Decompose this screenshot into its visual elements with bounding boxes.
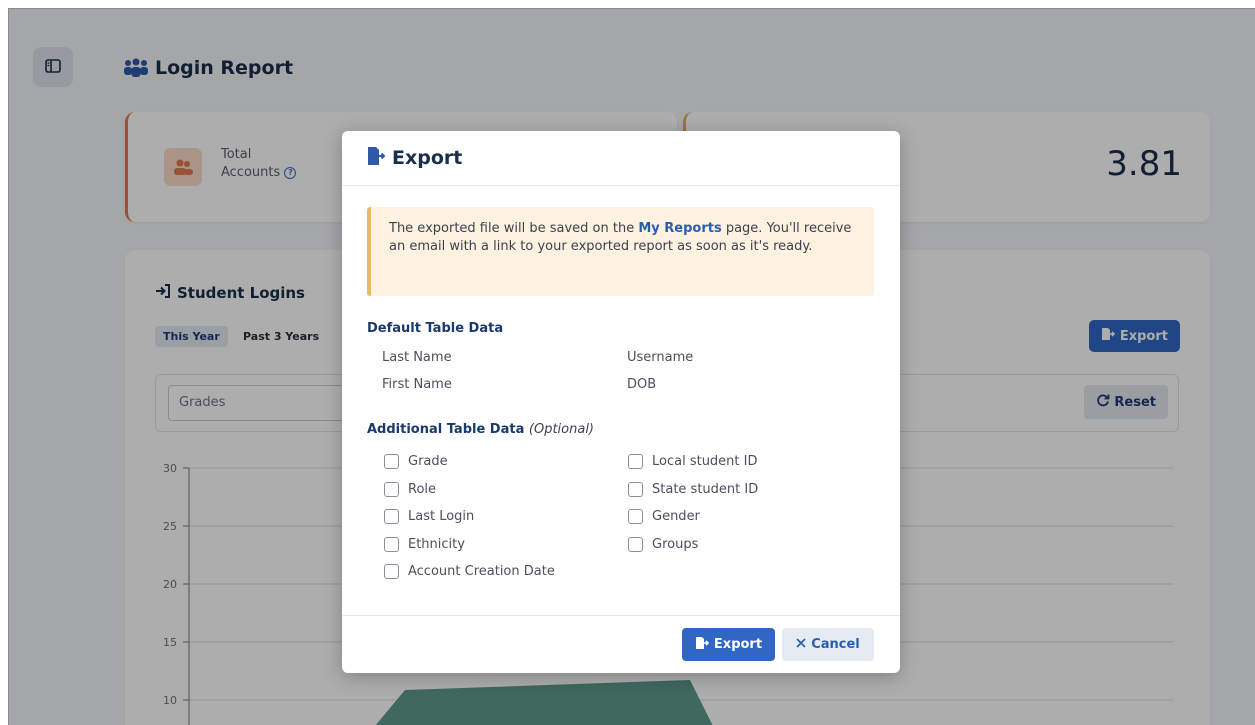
my-reports-link[interactable]: My Reports [638, 221, 721, 236]
checkbox[interactable] [628, 482, 643, 497]
field-first-name: First Name [382, 377, 452, 392]
field-username: Username [627, 350, 694, 365]
cancel-button[interactable]: Cancel [782, 628, 874, 661]
modal-header: Export [342, 131, 900, 186]
close-icon [796, 637, 806, 652]
field-last-name: Last Name [382, 350, 452, 365]
checkbox[interactable] [628, 509, 643, 524]
file-export-icon [366, 146, 386, 170]
checkbox[interactable] [384, 482, 399, 497]
option-ethnicity[interactable]: Ethnicity [384, 537, 465, 552]
modal-footer: Export Cancel [342, 615, 900, 673]
checkbox[interactable] [628, 454, 643, 469]
modal-title: Export [392, 147, 463, 169]
checkbox[interactable] [384, 537, 399, 552]
checkbox[interactable] [384, 454, 399, 469]
option-state-student-id[interactable]: State student ID [628, 482, 758, 497]
option-role[interactable]: Role [384, 482, 436, 497]
option-local-student-id[interactable]: Local student ID [628, 454, 758, 469]
export-notice: The exported file will be saved on the M… [367, 207, 874, 296]
field-dob: DOB [627, 377, 657, 392]
option-gender[interactable]: Gender [628, 509, 700, 524]
export-modal: Export The exported file will be saved o… [342, 131, 900, 673]
export-button[interactable]: Export [682, 628, 775, 661]
option-account-creation-date[interactable]: Account Creation Date [384, 564, 555, 579]
checkbox[interactable] [628, 537, 643, 552]
option-last-login[interactable]: Last Login [384, 509, 474, 524]
additional-table-data-title: Additional Table Data (Optional) [367, 422, 594, 437]
file-export-icon [695, 636, 710, 654]
option-groups[interactable]: Groups [628, 537, 698, 552]
checkbox[interactable] [384, 509, 399, 524]
checkbox[interactable] [384, 564, 399, 579]
option-grade[interactable]: Grade [384, 454, 448, 469]
default-table-data-title: Default Table Data [367, 321, 504, 336]
